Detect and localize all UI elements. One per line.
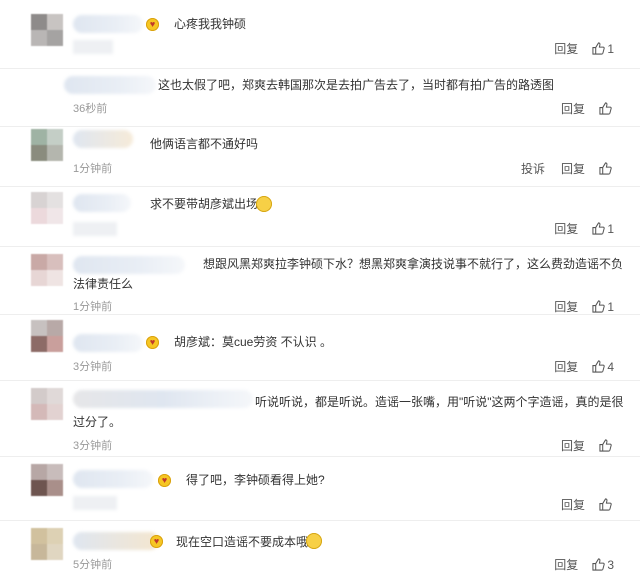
thumbs-up-icon <box>599 498 612 511</box>
reply-button[interactable]: 回复 <box>554 358 578 375</box>
like-button[interactable]: 4 <box>592 360 614 374</box>
comment-item: ♥ 心疼我我钟硕 回复 1 <box>0 0 640 69</box>
avatar[interactable] <box>31 464 63 496</box>
comment-item: ♥ 胡彦斌：莫cue劳资 不认识 。 3分钟前 回复 4 <box>0 314 640 381</box>
comment-time: 1分钟前 <box>73 301 113 313</box>
comment-actions: 回复 1 <box>538 40 614 57</box>
avatar[interactable] <box>31 388 63 420</box>
username-blurred[interactable] <box>73 470 153 488</box>
comment-actions: 回复 3 <box>538 556 614 573</box>
username-blurred[interactable] <box>73 532 159 550</box>
like-count: 1 <box>607 41 614 56</box>
comment-item: ♥ 得了吧，李钟硕看得上她? 回复 <box>0 456 640 521</box>
avatar[interactable] <box>31 528 63 560</box>
thumbs-up-icon <box>592 360 606 373</box>
avatar[interactable] <box>31 129 63 161</box>
comment-actions: 回复 <box>545 496 614 513</box>
time-blurred <box>73 40 113 54</box>
emoji-icon: ♥ <box>158 474 171 487</box>
avatar[interactable] <box>31 254 63 286</box>
comment-item: 求不要带胡彦斌出场 回复 1 <box>0 186 640 247</box>
thumbs-up-icon <box>592 42 606 55</box>
comment-actions: 回复 1 <box>538 220 614 237</box>
like-button[interactable] <box>599 498 614 511</box>
like-button[interactable]: 1 <box>592 300 614 314</box>
thumbs-up-icon <box>599 162 612 175</box>
like-count: 1 <box>607 221 614 236</box>
comment-item: 想跟风黑郑爽拉李钟硕下水？想黑郑爽拿演技说事不就行了，这么费劲造谣不负法律责任么… <box>0 246 640 315</box>
comment-time: 1分钟前 <box>73 163 113 175</box>
username-blurred[interactable] <box>64 76 156 94</box>
comment-actions: 回复 <box>545 437 614 454</box>
comment-item: 听说听说，都是听说。造谣一张嘴，用"听说"这两个字造谣，真的是很过分了。 3分钟… <box>0 380 640 457</box>
username-blurred[interactable] <box>73 334 143 352</box>
emoji-icon <box>306 533 322 549</box>
emoji-icon: ♥ <box>146 18 159 31</box>
username-blurred[interactable] <box>73 130 133 148</box>
avatar[interactable] <box>31 320 63 352</box>
time-blurred <box>73 222 117 236</box>
like-button[interactable] <box>599 162 614 175</box>
comment-text: 得了吧，李钟硕看得上她? <box>186 473 325 487</box>
comment-text: 这也太假了吧，郑爽去韩国那次是去拍广告去了，当时都有拍广告的路透图 <box>158 78 555 92</box>
like-button[interactable]: 1 <box>592 42 614 56</box>
like-button[interactable] <box>599 439 614 452</box>
comment-text: 求不要带胡彦斌出场 <box>150 197 259 211</box>
thumbs-up-icon <box>592 300 606 313</box>
comment-item: ♥ 现在空口造谣不要成本哦 5分钟前 回复 3 <box>0 520 640 583</box>
comment-item: 这也太假了吧，郑爽去韩国那次是去拍广告去了，当时都有拍广告的路透图 36秒前 回… <box>0 68 640 127</box>
username-blurred[interactable] <box>73 194 131 212</box>
comment-item: 他俩语言都不通好吗 1分钟前 投诉 回复 <box>0 126 640 187</box>
like-count: 4 <box>607 359 614 374</box>
reply-button[interactable]: 回复 <box>554 556 578 573</box>
comment-text: 他俩语言都不通好吗 <box>150 137 259 151</box>
comment-text: 胡彦斌：莫cue劳资 不认识 。 <box>174 335 333 349</box>
comment-time: 36秒前 <box>73 103 108 115</box>
comment-actions: 回复 1 <box>538 298 614 315</box>
comment-text: 现在空口造谣不要成本哦 <box>176 535 309 549</box>
reply-button[interactable]: 回复 <box>561 437 585 454</box>
reply-button[interactable]: 回复 <box>554 298 578 315</box>
comment-text: 想跟风黑郑爽拉李钟硕下水？想黑郑爽拿演技说事不就行了，这么费劲造谣不负法律责任么 <box>73 257 624 291</box>
comment-actions: 回复 4 <box>538 358 614 375</box>
like-button[interactable]: 3 <box>592 558 614 572</box>
report-button[interactable]: 投诉 <box>521 160 545 177</box>
reply-button[interactable]: 回复 <box>554 220 578 237</box>
like-count: 3 <box>607 557 614 572</box>
thumbs-up-icon <box>592 222 606 235</box>
like-button[interactable]: 1 <box>592 222 614 236</box>
reply-button[interactable]: 回复 <box>561 160 585 177</box>
thumbs-up-icon <box>599 439 612 452</box>
reply-button[interactable]: 回复 <box>561 100 585 117</box>
username-blurred[interactable] <box>73 15 143 33</box>
comment-time: 5分钟前 <box>73 559 113 571</box>
time-blurred <box>73 496 117 510</box>
emoji-icon: ♥ <box>150 535 163 548</box>
comment-time: 3分钟前 <box>73 440 113 452</box>
comment-time: 3分钟前 <box>73 361 113 373</box>
thumbs-up-icon <box>592 558 606 571</box>
like-count: 1 <box>607 299 614 314</box>
avatar[interactable] <box>31 192 63 224</box>
reply-button[interactable]: 回复 <box>554 40 578 57</box>
like-button[interactable] <box>599 102 614 115</box>
comment-text: 听说听说，都是听说。造谣一张嘴，用"听说"这两个字造谣，真的是很过分了。 <box>73 395 624 429</box>
comment-actions: 投诉 回复 <box>505 160 614 177</box>
emoji-icon <box>256 196 272 212</box>
emoji-icon: ♥ <box>146 336 159 349</box>
avatar[interactable] <box>31 14 63 46</box>
reply-button[interactable]: 回复 <box>561 496 585 513</box>
comment-text: 心疼我我钟硕 <box>174 17 247 31</box>
comment-actions: 回复 <box>545 100 614 117</box>
thumbs-up-icon <box>599 102 612 115</box>
